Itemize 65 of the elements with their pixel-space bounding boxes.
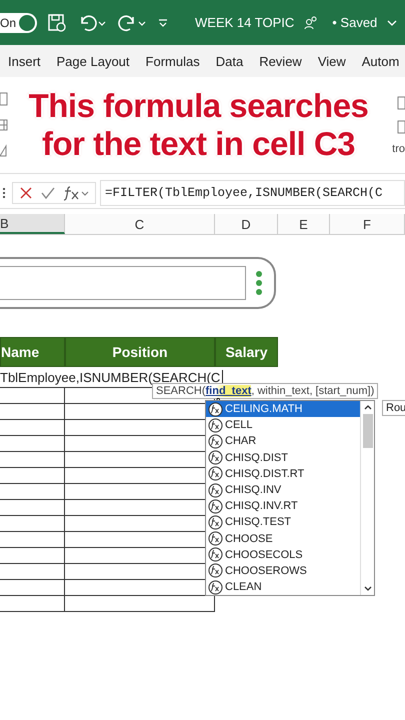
autosave-toggle[interactable]: On [0,12,38,32]
ribbon-tab[interactable]: Formulas [146,54,200,68]
caption-line: This formula searches [28,87,370,125]
function-icon [208,514,223,530]
chevron-down-icon[interactable] [387,18,398,26]
ribbon-tab[interactable]: Data [216,54,244,68]
autocomplete-item[interactable]: CHOOSEROWS [206,562,360,580]
function-icon [208,563,223,578]
ribbon-icon[interactable] [0,117,8,133]
cancel-icon[interactable] [19,186,33,200]
more-icon[interactable] [256,271,262,295]
ribbon-tab[interactable]: Page Layout [56,54,130,68]
autocomplete-item[interactable]: CELL [206,417,360,434]
ribbon-tab[interactable]: View [318,54,346,68]
ribbon-icon[interactable] [0,143,8,159]
save-icon[interactable] [47,12,68,32]
autocomplete-item[interactable]: CHISQ.INV [206,482,360,498]
ribbon-label: tro [392,143,405,155]
autocomplete-item[interactable]: CHISQ.TEST [206,514,360,530]
table-header: Name [0,337,65,367]
ribbon-icon[interactable] [397,119,405,135]
scroll-up-icon[interactable] [364,404,372,410]
function-icon [208,466,223,482]
insert-function-icon[interactable] [63,185,89,201]
column-header[interactable]: F [330,214,405,234]
table-header: Salary [215,337,278,367]
scroll-down-icon[interactable] [364,586,372,592]
tooltip-text: , within_text, [start_num]) [251,385,374,397]
customize-icon[interactable] [157,16,170,28]
autocomplete-item[interactable]: CEILING.MATH [206,401,360,418]
scrollbar-thumb[interactable] [362,414,372,448]
document-title: WEEK 14 TOPIC [195,15,294,30]
tooltip-text: SEARCH( [156,385,206,397]
autocomplete-item[interactable]: CLEAN [206,579,360,596]
autocomplete-item[interactable]: CHAR [206,433,360,450]
function-icon [208,418,223,433]
check-icon[interactable] [41,186,55,200]
ribbon-tab[interactable]: Autom [362,54,400,68]
autocomplete-item[interactable]: CHISQ.DIST [206,450,360,466]
autocomplete-item[interactable]: CHOOSECOLS [206,546,360,563]
function-icon [208,434,223,449]
more-icon[interactable] [0,188,8,198]
saved-status[interactable]: • Saved [332,15,378,30]
function-icon [208,547,223,562]
function-icon [208,531,223,546]
column-header[interactable]: C [65,214,215,234]
table-header: Position [65,337,215,367]
ribbon-icon[interactable] [397,95,405,111]
function-icon [208,450,223,466]
autocomplete-item[interactable]: CHISQ.DIST.RT [206,466,360,482]
function-icon [208,482,223,498]
formula-input[interactable]: =FILTER(TblEmployee,ISNUMBER(SEARCH(C [100,180,405,206]
ribbon-icon[interactable] [0,91,8,107]
function-icon [208,498,223,514]
autocomplete-item[interactable]: CHISQ.INV.RT [206,498,360,514]
column-header[interactable]: D [215,214,278,234]
redo-icon[interactable] [117,12,148,32]
column-header[interactable]: B [0,214,65,234]
column-header[interactable]: E [278,214,330,234]
ribbon-tab[interactable]: Insert [8,54,41,68]
ribbon-tab[interactable]: Review [259,54,302,68]
people-icon[interactable] [304,16,318,30]
autocomplete-item[interactable]: CHOOSE [206,530,360,547]
caption-line: for the text in cell C3 [40,125,356,163]
scrollbar[interactable] [360,401,374,595]
